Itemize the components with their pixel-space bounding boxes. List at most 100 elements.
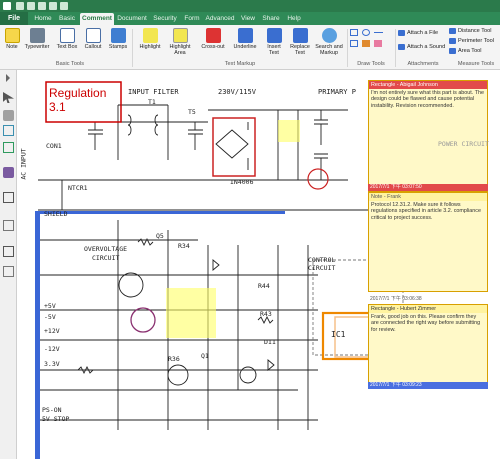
tab-document[interactable]: Document <box>116 13 148 25</box>
popup-header: Rectangle - Abigail Johnson <box>369 81 487 89</box>
callout-tool[interactable]: Callout <box>82 28 104 60</box>
label-control-circuit: CIRCUIT <box>308 264 336 272</box>
popup-header: Rectangle - Hubert Zimmer <box>369 305 487 313</box>
typewriter-tool[interactable]: Typewriter <box>22 28 52 60</box>
label-part-r34: R34 <box>178 242 190 250</box>
tab-view[interactable]: View <box>238 13 258 25</box>
tab-advanced[interactable]: Advanced <box>204 13 236 25</box>
tab-help[interactable]: Help <box>284 13 304 25</box>
group-text-markup: Text Markup <box>224 61 256 67</box>
label-part-d11: D11 <box>264 338 276 346</box>
line-draw-icon[interactable] <box>374 32 383 33</box>
textbox-tool[interactable]: Text Box <box>55 28 79 60</box>
note-label: Note <box>6 44 18 50</box>
undo-icon[interactable] <box>49 2 57 10</box>
redo-icon[interactable] <box>60 2 68 10</box>
file-menu-button[interactable]: File <box>0 12 28 25</box>
search-markup-tool[interactable]: Search and Markup <box>314 28 344 60</box>
label-part-in4006: IN4006 <box>230 178 254 186</box>
area-icon <box>449 47 456 54</box>
label-part-t5: T5 <box>188 108 196 116</box>
tab-home[interactable]: Home <box>31 13 55 25</box>
label-control: CONTROL <box>308 256 336 264</box>
attach-file-button[interactable]: Attach a File <box>398 29 438 37</box>
speaker-icon <box>398 43 405 50</box>
popup-timestamp: 2017/7/1 下午 03:09:23 <box>368 382 488 389</box>
label-volt-12v: +12V <box>44 327 60 335</box>
label-ntcr1: NTCR1 <box>68 184 88 192</box>
ribbon-divider <box>132 29 133 67</box>
comment-popup-frank[interactable]: Note - Frank Protocol 12.31.2. Make sure… <box>368 192 488 292</box>
crossout-label: Cross-out <box>201 44 225 50</box>
select-cursor-icon[interactable] <box>3 92 14 103</box>
document-canvas[interactable]: INPUT FILTER 230V/115V PRIMARY P CON1 AC… <box>18 70 500 459</box>
tab-form[interactable]: Form <box>182 13 202 25</box>
perimeter-icon <box>449 37 456 44</box>
label-primary: PRIMARY P <box>318 88 356 96</box>
distance-tool-button[interactable]: Distance Tool <box>449 27 491 35</box>
label-part-r36: R36 <box>168 355 180 363</box>
thumbnails-icon[interactable] <box>3 142 14 153</box>
tab-share[interactable]: Share <box>260 13 282 25</box>
tab-basic[interactable]: Basic <box>56 13 78 25</box>
highlight-label: Highlight <box>139 44 161 50</box>
layers-icon[interactable] <box>3 220 14 231</box>
label-con1: CON1 <box>46 142 62 150</box>
left-panel <box>0 70 17 459</box>
crossout-tool[interactable]: Cross-out <box>198 28 228 60</box>
insert-text-tool[interactable]: Insert Text <box>262 28 286 60</box>
replace-text-tool[interactable]: Replace Text <box>288 28 312 60</box>
popup-header: Note - Frank <box>369 193 487 201</box>
label-power-circuit: POWER CIRCUIT <box>438 140 489 148</box>
label-shield: SHIELD <box>44 210 68 218</box>
save-icon[interactable] <box>27 2 35 10</box>
ellipse-draw-icon[interactable] <box>362 29 370 36</box>
paperclip-icon <box>398 29 405 36</box>
bookmarks-icon[interactable] <box>3 125 14 136</box>
hand-tool-icon[interactable] <box>3 110 14 121</box>
highlight-tool[interactable]: Highlight <box>136 28 164 60</box>
tab-comment[interactable]: Comment <box>80 13 114 25</box>
group-basic-tools: Basic Tools <box>55 61 85 67</box>
label-ps-on: PS-ON <box>42 406 62 414</box>
area-tool-button[interactable]: Area Tool <box>449 47 482 55</box>
stamps-tool[interactable]: Stamps <box>107 28 129 60</box>
replace-text-label: Replace Text <box>290 44 310 56</box>
callout-label: Callout <box>84 44 102 50</box>
label-circuit: CIRCUIT <box>92 254 120 262</box>
pencil-draw-icon[interactable] <box>362 40 370 47</box>
signatures-icon[interactable] <box>3 246 14 257</box>
label-part-q1: Q1 <box>201 352 209 360</box>
rectangle-draw-icon[interactable] <box>350 29 358 36</box>
tree-panel-icon[interactable] <box>3 266 14 277</box>
highlight-area-icon <box>172 28 188 43</box>
label-volt-3v3: 3.3V <box>44 360 60 368</box>
distance-tool-label: Distance Tool <box>458 28 492 34</box>
draw-tools <box>350 29 390 59</box>
group-draw-tools: Draw Tools <box>357 61 385 67</box>
popup-timestamp: 2017/7/1 下午 03:07:50 <box>368 184 488 191</box>
expand-panel-icon[interactable] <box>6 74 10 82</box>
attachments-panel-icon[interactable] <box>3 167 14 178</box>
tab-security[interactable]: Security <box>150 13 180 25</box>
label-overvoltage: OVERVOLTAGE <box>84 245 128 253</box>
replace-text-icon <box>292 28 308 43</box>
attach-sound-button[interactable]: Attach a Sound <box>398 43 445 51</box>
comment-popup-hubert[interactable]: Rectangle - Hubert Zimmer Frank, good jo… <box>368 304 488 388</box>
eraser-draw-icon[interactable] <box>374 40 382 47</box>
underline-tool[interactable]: Underline <box>230 28 260 60</box>
comment-popup-abigail[interactable]: Rectangle - Abigail Johnson I'm not enti… <box>368 80 488 192</box>
group-attachments: Attachments <box>407 61 439 67</box>
app-window: File Home Basic Comment Document Securit… <box>0 0 500 459</box>
highlight-area-tool[interactable]: Highlight Area <box>166 28 194 60</box>
insert-text-icon <box>266 28 282 43</box>
print-icon[interactable] <box>38 2 46 10</box>
note-tool[interactable]: Note <box>3 28 21 60</box>
distance-icon <box>449 27 456 34</box>
typewriter-annotation[interactable]: Regulation 3.1 <box>49 86 121 114</box>
open-icon[interactable] <box>16 2 24 10</box>
perimeter-tool-button[interactable]: Perimeter Tool <box>449 37 494 45</box>
note-icon <box>4 28 20 43</box>
polygon-draw-icon[interactable] <box>350 40 358 47</box>
comments-panel-icon[interactable] <box>3 192 14 203</box>
